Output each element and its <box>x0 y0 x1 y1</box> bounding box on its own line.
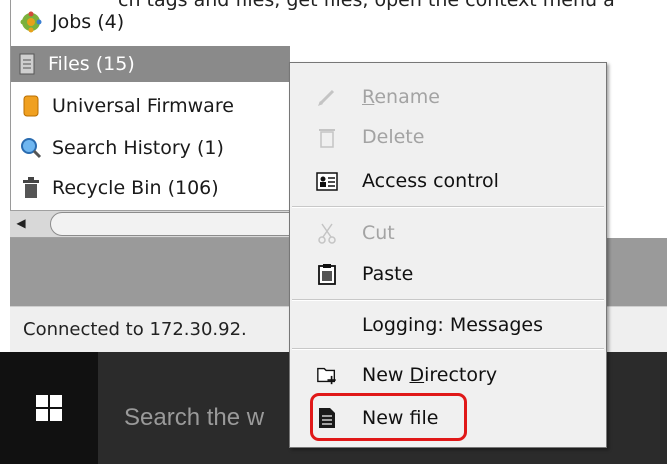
firmware-icon <box>20 95 42 117</box>
clipboard-icon <box>316 263 338 285</box>
context-menu: Rename Delete Access control Cut Paste L… <box>289 62 607 448</box>
pencil-icon <box>316 86 338 108</box>
tree-item-label: Files (15) <box>48 53 135 75</box>
menu-item-delete[interactable]: Delete <box>290 117 606 157</box>
menu-item-label: Delete <box>362 126 425 148</box>
tree-item-jobs[interactable]: Jobs (4) <box>14 4 124 40</box>
tree-item-label: Jobs (4) <box>52 11 125 33</box>
instruction-text-cut: ch tags and files, get files, open the c… <box>118 0 615 11</box>
menu-item-label: Rename <box>362 86 440 108</box>
menu-item-paste[interactable]: Paste <box>290 254 606 294</box>
menu-separator <box>292 348 604 350</box>
menu-separator <box>292 206 604 208</box>
tree-item-label: Search History (1) <box>52 137 224 159</box>
menu-item-new-directory[interactable]: New Directory <box>290 355 606 395</box>
menu-separator <box>292 299 604 301</box>
tree-item-universal-firmware[interactable]: Universal Firmware <box>14 88 234 124</box>
menu-item-label: Cut <box>362 222 395 244</box>
menu-item-access-control[interactable]: Access control <box>290 161 606 201</box>
tree-item-label: Universal Firmware <box>52 95 234 117</box>
menu-item-cut[interactable]: Cut <box>290 213 606 253</box>
tree-item-files[interactable]: Files (15) <box>10 46 290 82</box>
new-file-highlight-box <box>310 393 467 441</box>
menu-item-label: Access control <box>362 170 499 192</box>
tree-item-search-history[interactable]: Search History (1) <box>14 130 224 166</box>
menu-item-rename[interactable]: Rename <box>290 77 606 117</box>
trash-icon <box>316 126 338 148</box>
file-icon <box>16 53 38 75</box>
new-folder-icon <box>316 364 338 386</box>
trash-icon <box>20 177 42 199</box>
tree-item-recycle-bin[interactable]: Recycle Bin (106) <box>14 170 219 206</box>
connection-status: Connected to 172.30.92. <box>23 319 247 340</box>
magnifier-icon <box>20 137 42 159</box>
scrollbar-thumb[interactable] <box>50 212 312 236</box>
windows-logo-icon <box>36 395 62 421</box>
access-control-icon <box>316 170 338 192</box>
taskbar-search-box[interactable]: Search the w <box>124 404 264 432</box>
scroll-left-arrow-icon[interactable]: ◀ <box>12 214 30 232</box>
menu-item-label: Paste <box>362 263 414 285</box>
horizontal-scrollbar[interactable]: ◀ <box>10 210 312 238</box>
start-button[interactable] <box>0 352 98 464</box>
tree-item-label: Recycle Bin (106) <box>52 177 219 199</box>
menu-item-label: Logging: Messages <box>362 314 543 336</box>
scissors-icon <box>316 222 338 244</box>
gear-icon <box>20 11 42 33</box>
menu-item-label: New Directory <box>362 364 498 386</box>
menu-item-logging-messages[interactable]: Logging: Messages <box>290 305 606 345</box>
